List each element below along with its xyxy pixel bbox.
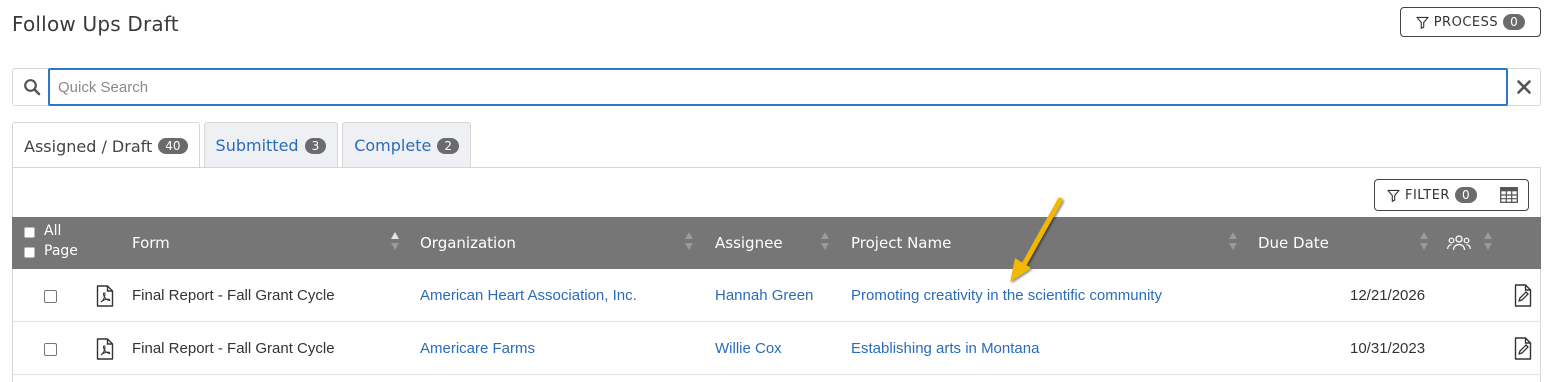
users-group-icon[interactable] (1447, 234, 1471, 252)
tab-count-badge: 3 (304, 137, 327, 154)
column-label: Organization (420, 234, 516, 252)
sort-arrows-icon[interactable] (1229, 232, 1237, 252)
filter-label: FILTER (1405, 187, 1450, 203)
tab-assigned-draft[interactable]: Assigned / Draft 40 (12, 122, 200, 169)
form-name: Final Report - Fall Grant Cycle (132, 340, 335, 357)
column-label: Form (132, 234, 170, 252)
tab-submitted[interactable]: Submitted 3 (203, 122, 339, 168)
select-all-checkbox[interactable] (24, 227, 35, 238)
assignee-link[interactable]: Hannah Green (715, 269, 813, 322)
edit-document-icon[interactable] (1514, 284, 1532, 307)
process-label: PROCESS (1433, 14, 1499, 30)
sort-arrows-icon[interactable] (1484, 232, 1492, 252)
tab-label: Submitted (215, 136, 299, 155)
select-page-label: Page (44, 243, 78, 259)
pdf-file-icon[interactable] (96, 285, 114, 307)
close-icon[interactable] (1516, 79, 1532, 95)
pdf-file-icon[interactable] (96, 338, 114, 360)
organization-link[interactable]: Americare Farms (420, 322, 535, 375)
organization-link[interactable]: American Heart Association, Inc. (420, 269, 637, 322)
column-header-assignee[interactable]: Assignee (715, 217, 783, 269)
column-label: Assignee (715, 234, 783, 252)
assignee-link[interactable]: Willie Cox (715, 322, 782, 375)
project-name-link[interactable]: Promoting creativity in the scientific c… (851, 269, 1162, 322)
quick-search-bar (12, 68, 1541, 106)
column-chooser-icon[interactable] (1500, 187, 1518, 203)
funnel-icon (1387, 189, 1400, 202)
edit-document-icon[interactable] (1514, 337, 1532, 360)
filter-count-badge: 0 (1454, 187, 1478, 203)
funnel-icon (1416, 16, 1429, 29)
column-header-due-date[interactable]: Due Date (1258, 217, 1329, 269)
process-button[interactable]: PROCESS 0 (1400, 7, 1541, 37)
select-all-label: All (44, 223, 62, 239)
page-title: Follow Ups Draft (12, 12, 179, 36)
column-label: Due Date (1258, 234, 1329, 252)
status-tabs: Assigned / Draft 40 Submitted 3 Complete… (12, 122, 471, 169)
tab-count-badge: 2 (437, 137, 459, 154)
project-name-link[interactable]: Establishing arts in Montana (851, 322, 1039, 375)
tab-label: Assigned / Draft (24, 136, 153, 156)
tab-complete[interactable]: Complete 2 (342, 122, 471, 168)
sort-arrows-icon[interactable] (685, 232, 693, 252)
due-date: 10/31/2023 (1350, 340, 1426, 357)
table-row[interactable]: Final Report - Fall Grant Cycle Americar… (12, 322, 1541, 375)
row-checkbox[interactable] (44, 343, 57, 356)
select-page-checkbox[interactable] (24, 247, 35, 258)
column-header-project-name[interactable]: Project Name (851, 217, 951, 269)
sort-arrows-icon[interactable] (1420, 232, 1428, 252)
search-icon (24, 79, 41, 96)
column-label: Project Name (851, 234, 952, 252)
table-header: All Page Form Organization Assignee Proj… (12, 217, 1541, 269)
form-name: Final Report - Fall Grant Cycle (132, 287, 335, 304)
tab-count-badge: 40 (158, 138, 188, 154)
search-input[interactable] (48, 68, 1508, 106)
sort-arrows-icon[interactable] (821, 232, 829, 252)
column-header-form[interactable]: Form (132, 217, 170, 269)
due-date: 12/21/2026 (1350, 287, 1426, 304)
process-count-badge: 0 (1503, 14, 1526, 30)
tab-label: Complete (354, 136, 432, 155)
row-checkbox[interactable] (44, 290, 57, 303)
sort-arrows-icon[interactable] (391, 232, 399, 252)
column-header-organization[interactable]: Organization (420, 217, 516, 269)
table-row[interactable]: Final Report - Fall Grant Cycle American… (12, 269, 1541, 322)
